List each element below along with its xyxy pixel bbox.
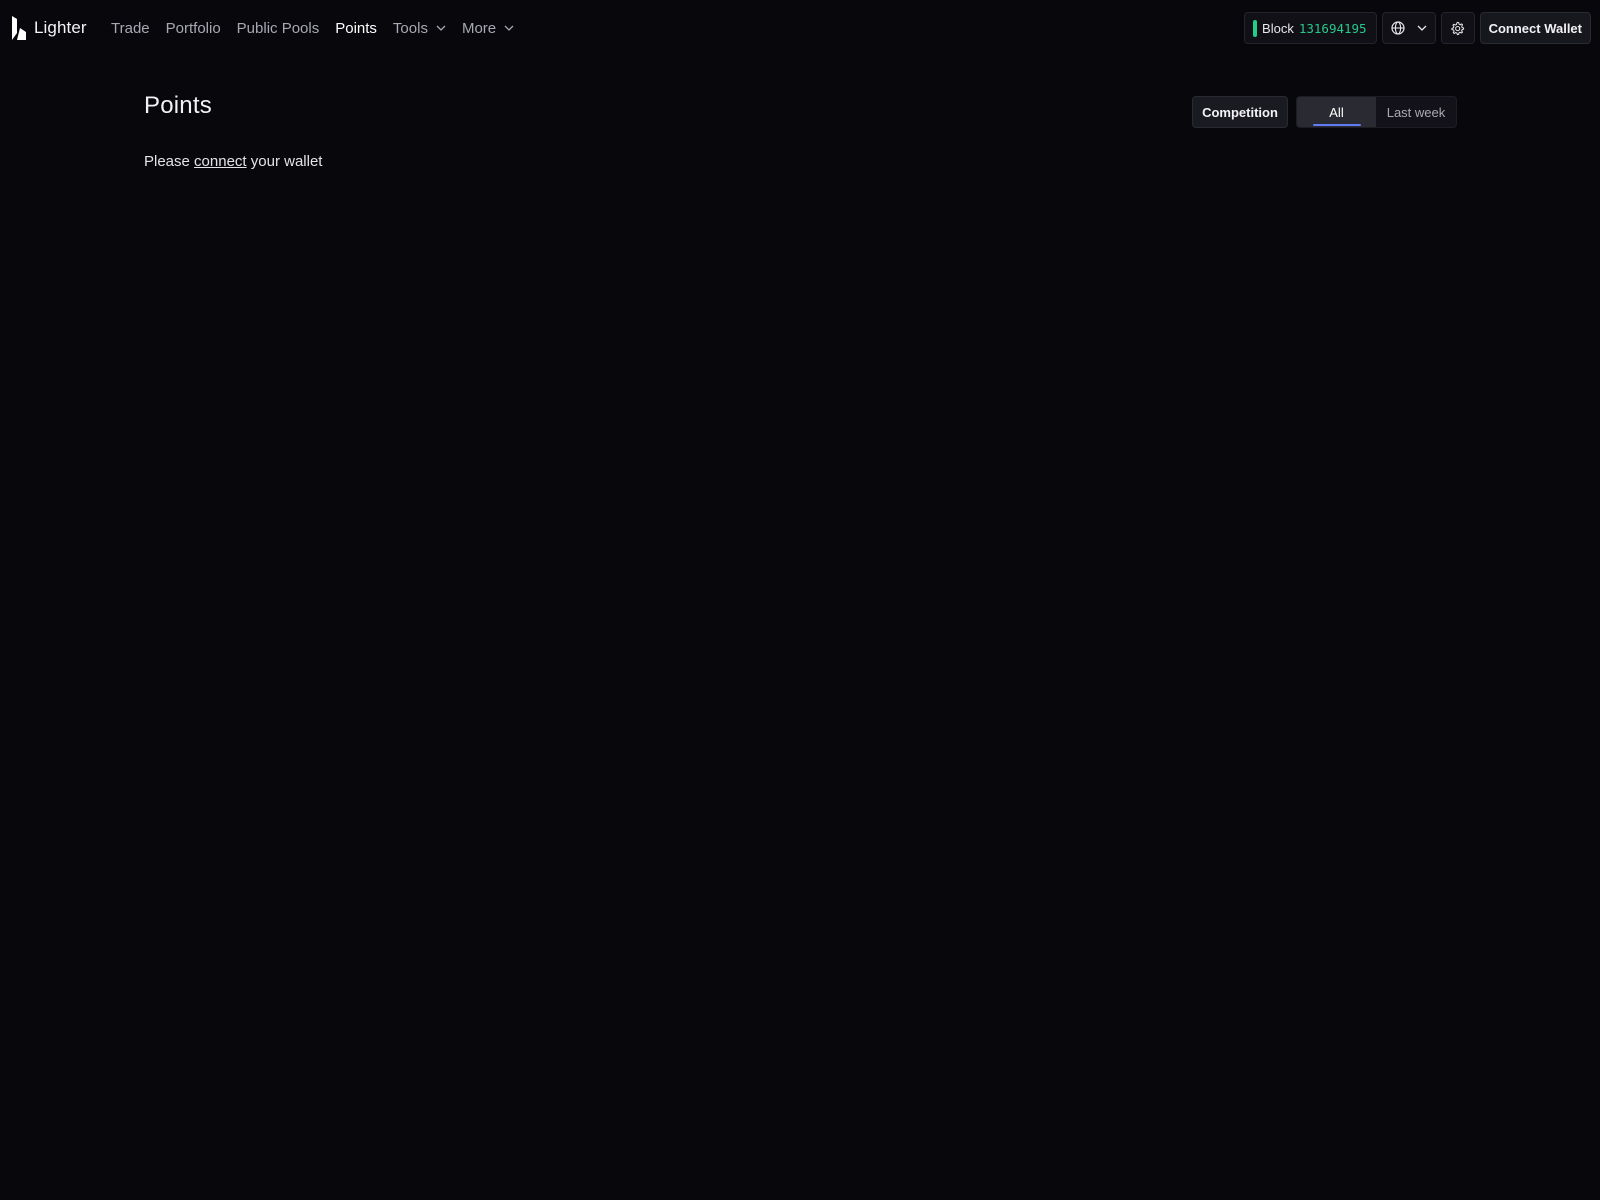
nav-item-label: Public Pools: [236, 19, 320, 37]
nav-item-label: Trade: [111, 19, 150, 37]
top-navigation-bar: Lighter Trade Portfolio Public Pools Poi…: [0, 0, 1600, 56]
nav-item-trade[interactable]: Trade: [111, 20, 150, 37]
tab-label: Last week: [1386, 104, 1446, 120]
block-number: 131694195: [1298, 20, 1367, 36]
lighter-logo-icon: [12, 16, 26, 40]
connect-wallet-button[interactable]: Connect Wallet: [1479, 12, 1591, 44]
globe-icon: [1390, 21, 1405, 35]
brand-name: Lighter: [34, 18, 87, 37]
nav-item-label: Points: [335, 19, 377, 37]
block-status-indicator: [1253, 19, 1258, 37]
message-suffix: your wallet: [250, 153, 323, 170]
connect-wallet-message: Please connect your wallet: [144, 153, 322, 170]
period-toggle: All Last week: [1296, 96, 1457, 128]
block-label: Block: [1262, 20, 1294, 36]
main-nav: Trade Portfolio Public Pools Points Tool…: [111, 0, 530, 56]
page-title: Points: [144, 92, 212, 119]
chevron-down-icon: [504, 25, 514, 31]
chevron-down-icon: [1417, 25, 1427, 31]
brand-logo-link[interactable]: Lighter: [12, 16, 87, 40]
nav-item-portfolio[interactable]: Portfolio: [166, 20, 221, 37]
tab-label: All: [1329, 104, 1344, 120]
nav-item-more[interactable]: More: [462, 20, 514, 37]
language-selector[interactable]: [1381, 12, 1436, 44]
connect-link[interactable]: connect: [194, 153, 247, 170]
nav-item-public-pools[interactable]: Public Pools: [237, 20, 320, 37]
tab-all[interactable]: All: [1297, 97, 1376, 127]
chevron-down-icon: [436, 25, 446, 31]
message-prefix: Please: [144, 153, 190, 170]
header-tools: Block 131694195 Connect Wallet: [1239, 12, 1591, 44]
nav-item-points[interactable]: Points: [335, 20, 377, 37]
settings-button[interactable]: [1440, 12, 1475, 44]
nav-item-label: Portfolio: [165, 19, 221, 37]
tab-last-week[interactable]: Last week: [1376, 97, 1456, 127]
nav-item-label: Tools: [392, 19, 428, 37]
connect-wallet-label: Connect Wallet: [1488, 20, 1582, 36]
gear-icon: [1451, 21, 1465, 35]
block-status[interactable]: Block 131694195: [1244, 12, 1377, 44]
competition-button[interactable]: Competition: [1192, 96, 1288, 128]
nav-item-label: More: [461, 19, 497, 37]
nav-item-tools[interactable]: Tools: [393, 20, 446, 37]
competition-label: Competition: [1202, 104, 1278, 120]
